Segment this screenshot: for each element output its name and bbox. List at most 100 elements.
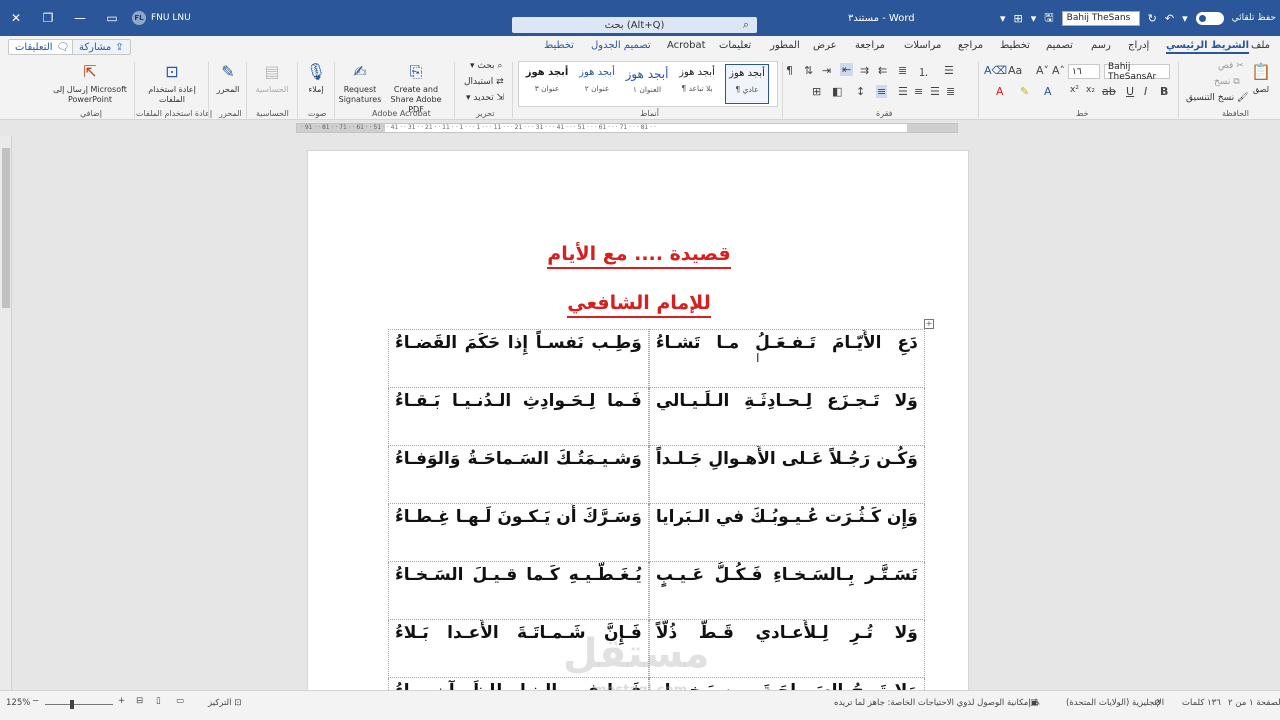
bullets-icon[interactable]: ☰ [944,64,954,77]
page-number[interactable]: الصفحة ١ من ٢ [1228,698,1280,708]
close-window-button[interactable]: ✕ [0,0,32,36]
word-count[interactable]: ١٣٦ كلمات [1182,698,1221,708]
align-left-icon[interactable]: ☰ [898,85,908,98]
qat-dropdown-icon[interactable]: ▾ [1031,12,1037,25]
verse-second-hemistich[interactable]: وَسَـرَّكَ أَن يَـكـونَ لَـهـا غِـطـاءُ [388,503,649,562]
align-right-icon[interactable]: ☰ [930,85,940,98]
font-name-select[interactable]: Bahij TheSansAr [1104,62,1170,82]
language-status[interactable]: الإنجليزية (الولايات المتحدة) [1066,698,1164,708]
qat-font-box[interactable]: Bahij TheSans [1061,10,1140,26]
clear-formatting-icon[interactable]: A⌫ [984,64,1007,77]
format-painter-button[interactable]: نسخ التنسيق 🖌 [1186,93,1248,103]
tab-file[interactable]: ملف [1251,40,1270,51]
verse-second-hemistich[interactable]: فَـما لِـحَـوادِثِ الـدُنـيـا بَـقـاءُ [388,387,649,446]
verse-first-hemistich[interactable]: تَسَـتَّـر بِـالسَـخـاءِ فَـكُـلُّ عَـيـ… [648,561,925,620]
sort-icon[interactable]: ⇅ [804,64,813,77]
increase-indent-icon[interactable]: ⇉ [860,64,869,77]
verse-second-hemistich[interactable]: وَشـيـمَتُـكَ السَـماحَـةُ وَالوَفـاءُ [388,445,649,504]
tab-view[interactable]: عرض [813,40,837,51]
style-heading-3[interactable]: أبجد هوز عنوان ٣ [525,67,569,93]
style-heading-2[interactable]: أبجد هوز عنوان ٢ [575,67,619,93]
font-color-icon[interactable]: A [996,85,1004,98]
zoom-slider-thumb[interactable] [70,700,74,709]
customize-qat-icon[interactable]: ▾ [1000,12,1006,25]
subscript-icon[interactable]: x₂ [1086,85,1095,95]
ribbon-display-icon[interactable]: ▭ [96,0,128,36]
borders-icon[interactable]: ⊞ [812,85,821,98]
shading-icon[interactable]: ◧ [832,85,842,98]
numbering-icon[interactable]: ⒈ [918,64,929,80]
line-spacing-icon[interactable]: ↕ [856,85,865,98]
request-signatures-button[interactable]: ✍ Request Signatures [338,61,382,105]
italic-icon[interactable]: I [1144,85,1147,98]
qat-format-icon[interactable]: ⊞ [1014,12,1023,25]
rtl-direction-icon[interactable]: ⇤ [840,63,854,76]
zoom-slider[interactable] [45,704,113,705]
justify-icon[interactable]: ≡ [876,85,888,98]
tab-layout[interactable]: تخطيط [1000,40,1030,51]
tab-table-design[interactable]: تصميم الجدول [591,40,651,51]
reuse-files-button[interactable]: ⊡ إعادة استخدام الملفات [140,61,204,105]
replace-button[interactable]: استبدال ⇄ [464,77,504,87]
select-button[interactable]: ▾ تحديد ⇲ [466,93,504,103]
verse-second-hemistich[interactable]: وَطِـب نَفسـاً إِذا حَكَمَ القَضـاءُ [388,329,649,388]
center-icon[interactable]: ≡ [914,85,923,98]
style-heading-1[interactable]: أبجد هوز العنوان ١ [625,67,669,94]
cut-button[interactable]: قص ✂ [1218,61,1244,71]
display-settings-icon[interactable]: ▣ [1030,698,1038,708]
verse-second-hemistich[interactable]: يُـغَـطّـيـهِ كَـما قـيـلَ السَـخـاءُ [388,561,649,620]
strikethrough-icon[interactable]: ab [1102,85,1116,98]
minimize-window-button[interactable]: — [64,0,96,36]
zoom-out-icon[interactable]: − [32,696,39,706]
tab-help[interactable]: تعليمات [719,40,751,51]
tab-acrobat[interactable]: Acrobat [667,40,706,51]
autosave-toggle[interactable] [1195,11,1224,25]
zoom-level[interactable]: 125% [6,698,30,708]
tab-draw[interactable]: رسم [1091,40,1111,51]
tab-table-layout[interactable]: تخطيط [544,40,574,51]
focus-button[interactable]: التركيز ⊡ [208,698,241,708]
style-no-spacing[interactable]: أبجد هوز ¶ بلا تباعد [675,67,719,93]
copy-button[interactable]: نسخ ⧉ [1214,77,1240,87]
distributed-icon[interactable]: ≣ [946,85,955,98]
vertical-scrollbar[interactable] [0,136,12,690]
verse-first-hemistich[interactable]: دَعِ الأَيّـامَ تَـفـعَـلُ مـا تَشـاءُ [648,329,925,388]
shrink-font-icon[interactable]: A˅ [1036,64,1049,77]
change-case-icon[interactable]: Aa [1008,64,1022,77]
highlight-icon[interactable]: ✎ [1020,85,1029,98]
document-page[interactable]: قصيدة .... مع الأيام للإمام الشافعي + وَ… [307,150,969,720]
text-effects-icon[interactable]: A [1044,85,1052,98]
font-size-select[interactable]: ١٦ [1068,64,1100,79]
search-input[interactable]: بحث (Alt+Q) ⌕ [512,17,757,33]
print-layout-icon[interactable]: ▯ [156,696,161,706]
tab-review[interactable]: مراجعة [855,40,885,51]
share-button[interactable]: مشاركة ⇪ [72,39,131,55]
tab-design[interactable]: تصميم [1046,40,1073,51]
restore-window-button[interactable]: ❐ [32,0,64,36]
multilevel-list-icon[interactable]: ≣ [898,64,907,77]
find-button[interactable]: ▾ بحث ⌕ [470,61,502,71]
paste-button[interactable]: 📋 لصق [1250,61,1272,95]
tab-mailings[interactable]: مراسلات [904,40,941,51]
tab-references[interactable]: مراجع [958,40,983,51]
grow-font-icon[interactable]: A˄ [1052,64,1065,77]
table-move-handle[interactable]: + [924,319,934,329]
scrollbar-thumb[interactable] [2,148,10,308]
proofing-icon[interactable]: ⊘ [1154,698,1161,708]
accessibility-status[interactable]: إمكانية الوصول لذوي الاحتياجات الخاصة: ج… [834,698,1041,708]
web-layout-icon[interactable]: ⊟ [136,696,143,706]
undo-dropdown-icon[interactable]: ▾ [1182,12,1188,25]
tab-insert[interactable]: إدراج [1128,40,1149,51]
verse-first-hemistich[interactable]: وَإِن كَـثُـرَت عُـيـوبُـكَ في الـبَرايا [648,503,925,562]
account-area[interactable]: FL FNU LNU [132,0,191,36]
undo-icon[interactable]: ↶ [1165,12,1174,25]
underline-icon[interactable]: U [1126,85,1134,98]
zoom-in-icon[interactable]: + [118,696,125,706]
tab-developer[interactable]: المطور [770,40,800,51]
verse-first-hemistich[interactable]: وَكُـن رَجُـلاً عَـلى الأَهـوالِ جَـلـدا… [648,445,925,504]
create-share-pdf-button[interactable]: ⎘ Create and Share Adobe PDF [384,61,448,115]
decrease-indent-icon[interactable]: ⇇ [878,64,887,77]
style-normal[interactable]: أبجد هوز ¶ عادي [725,64,769,104]
ltr-direction-icon[interactable]: ⇥ [822,64,831,77]
comments-button[interactable]: التعليقات 🗨 [8,39,77,55]
